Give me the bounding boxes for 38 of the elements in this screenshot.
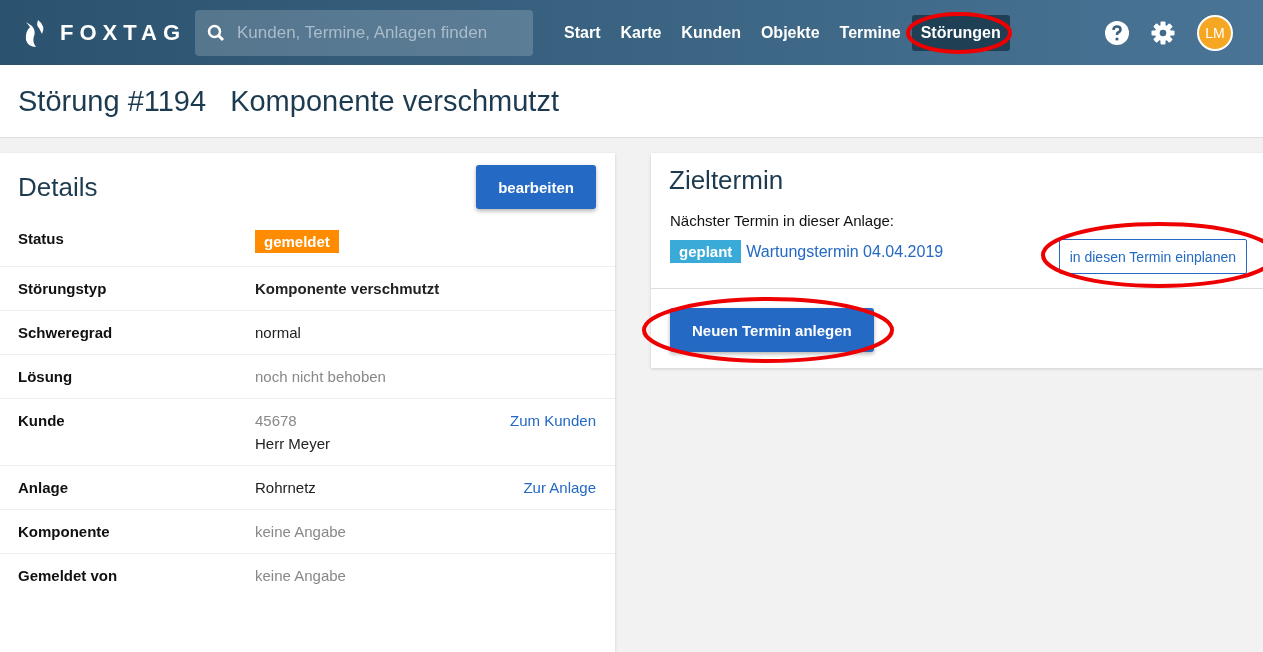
info-text: Nächster Termin in dieser Anlage:: [670, 212, 895, 229]
nav-link[interactable]: Kunden: [672, 14, 750, 51]
status-badge: geplant: [670, 240, 742, 263]
nav-link[interactable]: Objekte: [751, 14, 829, 51]
field-value: normal: [255, 324, 302, 341]
detail-link[interactable]: Zum Kunden: [510, 412, 596, 429]
settings-icon[interactable]: [1151, 20, 1175, 45]
field-label: Anlage: [18, 479, 69, 496]
field-label: Komponente: [18, 523, 111, 540]
page-subtitle: Komponente verschmutzt: [230, 84, 559, 118]
nav-link[interactable]: Termine: [830, 14, 910, 51]
schedule-button[interactable]: in diesen Termin einplanen: [1058, 239, 1247, 274]
status-badge: gemeldet: [255, 230, 339, 253]
field-label: Kunde: [18, 412, 66, 429]
edit-button[interactable]: bearbeiten: [476, 165, 596, 209]
nav-link[interactable]: Karte: [611, 14, 671, 51]
field-value: Komponente verschmutzt: [255, 280, 441, 297]
card-title: Details: [18, 171, 98, 203]
card-title: Zieltermin: [669, 165, 784, 196]
detail-link[interactable]: Zur Anlage: [523, 479, 596, 496]
field-value: 45678: [255, 412, 298, 429]
field-value: Rohrnetz: [255, 479, 317, 496]
field-label: Störungstyp: [18, 280, 108, 297]
help-icon[interactable]: [1105, 20, 1129, 45]
appointment-link[interactable]: Wartungstermin 04.04.2019: [746, 242, 944, 261]
new-appointment-button[interactable]: Neuen Termin anlegen: [670, 308, 874, 352]
nav-link[interactable]: Start: [555, 14, 610, 51]
field-value: noch nicht behoben: [255, 368, 387, 385]
field-value: keine Angabe: [255, 567, 347, 584]
field-label: Status: [18, 230, 65, 247]
page-title: Störung #1194: [18, 84, 207, 118]
field-value: keine Angabe: [255, 523, 347, 540]
field-label: Schweregrad: [18, 324, 114, 341]
brand-name: FOXTAG: [60, 19, 187, 46]
field-label: Gemeldet von: [18, 567, 119, 584]
search-icon: [207, 23, 225, 42]
field-value: Herr Meyer: [255, 435, 331, 452]
field-label: Lösung: [18, 368, 74, 385]
